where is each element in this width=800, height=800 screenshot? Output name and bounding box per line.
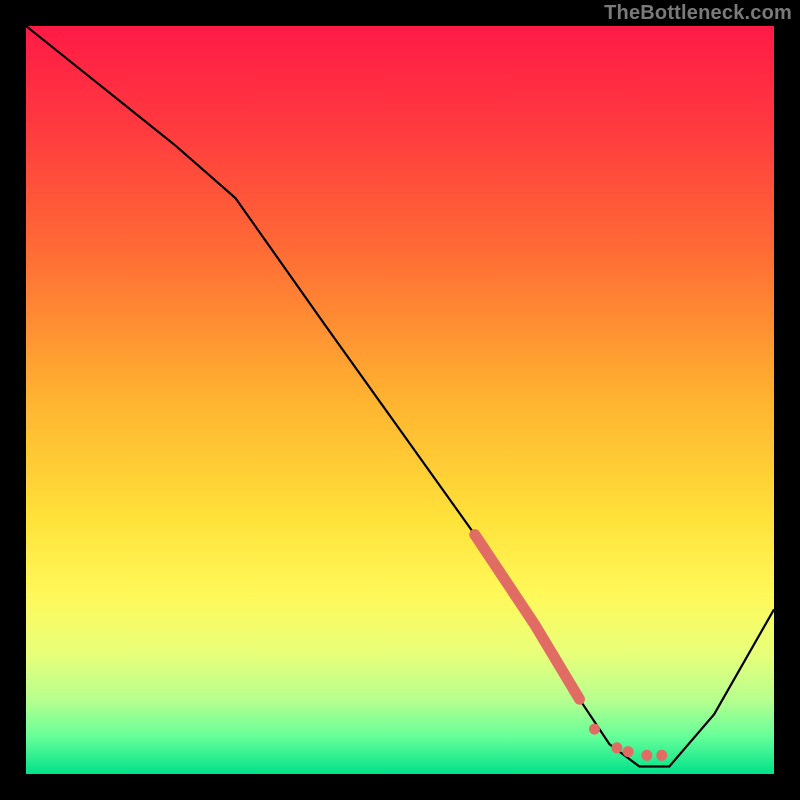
plot-area xyxy=(26,26,774,774)
highlight-dot xyxy=(611,742,622,753)
chart-frame: TheBottleneck.com xyxy=(0,0,800,800)
highlight-dot xyxy=(656,750,667,761)
chart-canvas xyxy=(26,26,774,774)
gradient-background xyxy=(26,26,774,774)
highlight-dot xyxy=(589,724,600,735)
watermark-label: TheBottleneck.com xyxy=(604,2,792,25)
highlight-dot xyxy=(623,746,634,757)
highlight-dot xyxy=(641,750,652,761)
